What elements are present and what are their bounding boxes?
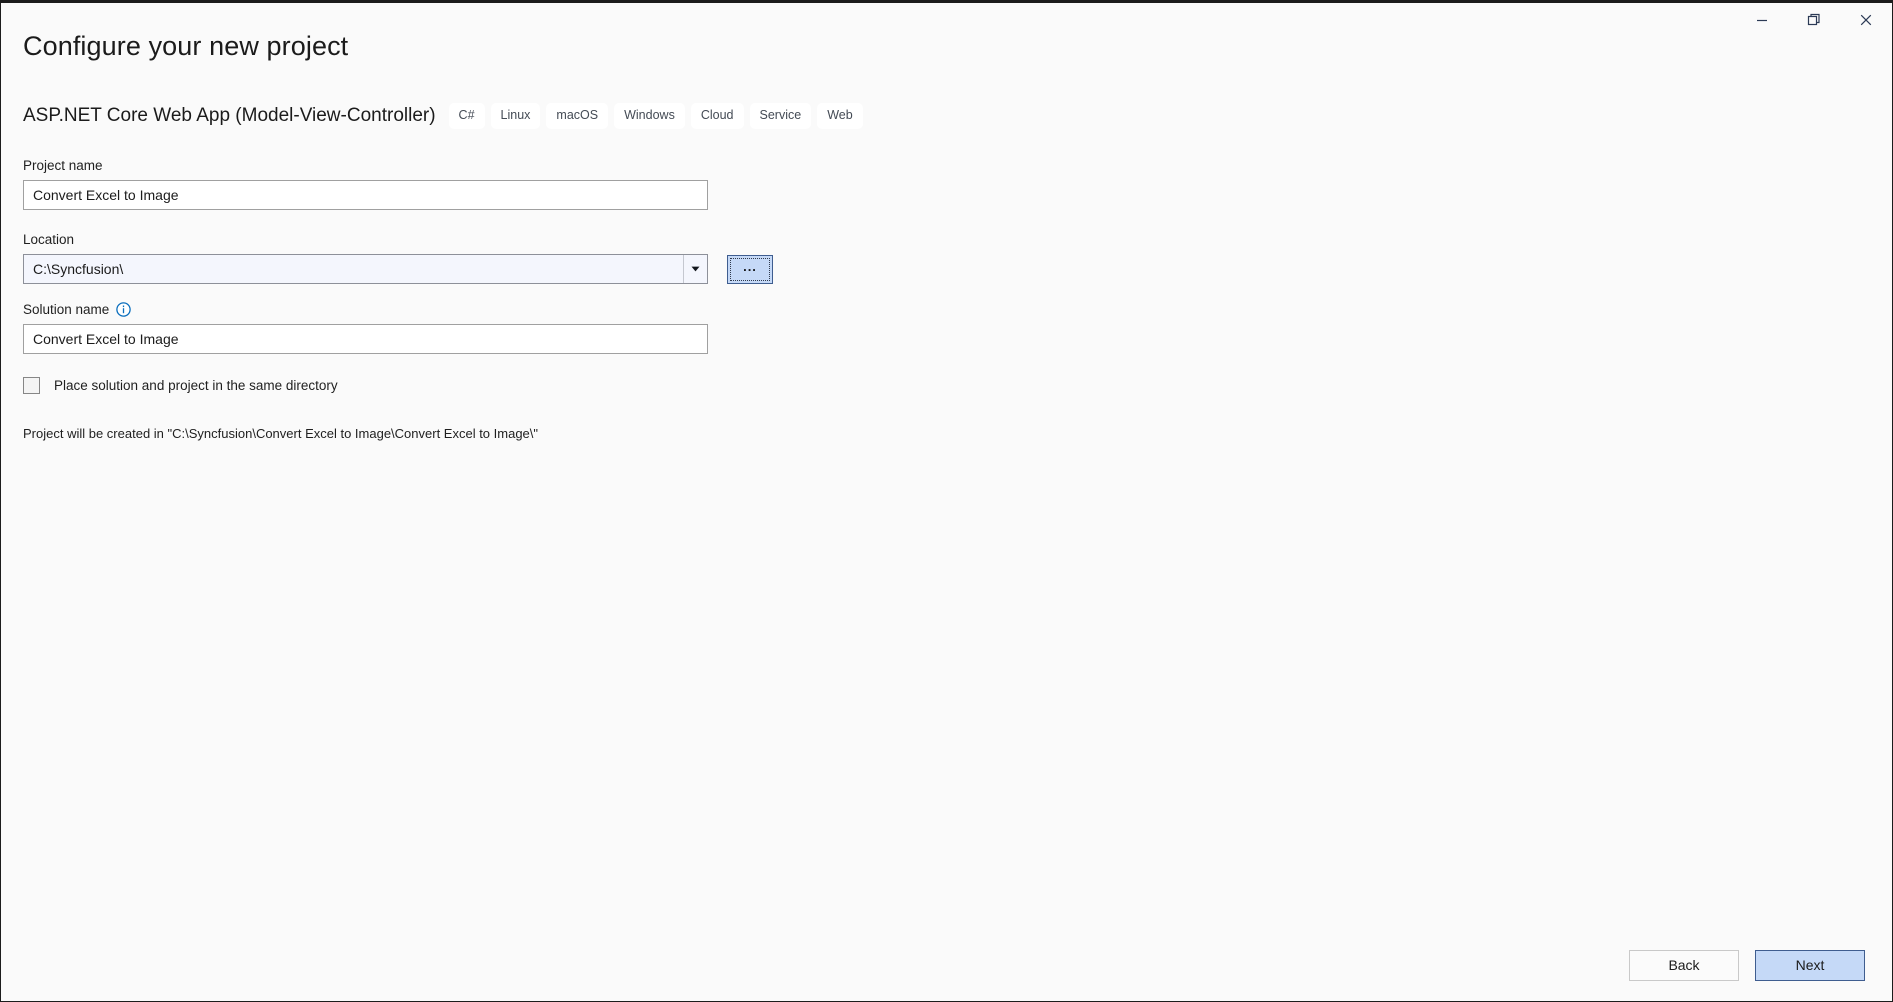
browse-button-label: ...	[743, 258, 757, 274]
project-name-input[interactable]: Convert Excel to Image	[23, 180, 708, 210]
chevron-down-icon	[691, 266, 700, 272]
browse-location-button[interactable]: ...	[727, 254, 773, 284]
close-button[interactable]	[1840, 3, 1892, 36]
page-title: Configure your new project	[23, 31, 349, 61]
solution-name-label-text: Solution name	[23, 302, 110, 317]
template-summary-row: ASP.NET Core Web App (Model-View-Control…	[23, 103, 869, 129]
back-button[interactable]: Back	[1629, 949, 1739, 981]
template-tag-service: Service	[749, 103, 812, 129]
minimize-button[interactable]	[1736, 3, 1788, 36]
template-tag-web: Web	[817, 103, 863, 129]
dialog-footer: Back Next	[1, 929, 1892, 1001]
next-button[interactable]: Next	[1755, 949, 1865, 981]
template-name: ASP.NET Core Web App (Model-View-Control…	[23, 104, 436, 126]
template-tag-windows: Windows	[614, 103, 685, 129]
project-name-label: Project name	[23, 158, 103, 173]
template-tag-list: C# Linux macOS Windows Cloud Service Web	[448, 103, 869, 129]
configure-project-dialog: Configure your new project ASP.NET Core …	[0, 0, 1893, 1002]
template-tag-csharp: C#	[448, 103, 485, 129]
same-directory-checkbox[interactable]	[23, 377, 40, 394]
info-icon[interactable]	[116, 302, 132, 317]
same-directory-checkbox-row[interactable]: Place solution and project in the same d…	[23, 377, 773, 394]
location-row: C:\Syncfusion\ ...	[23, 254, 773, 284]
solution-name-input[interactable]: Convert Excel to Image	[23, 324, 708, 354]
template-tag-cloud: Cloud	[690, 103, 744, 129]
location-combobox[interactable]: C:\Syncfusion\	[23, 254, 708, 284]
template-tag-macos: macOS	[546, 103, 609, 129]
close-icon	[1860, 14, 1872, 25]
minimize-icon	[1757, 19, 1767, 21]
project-path-description: Project will be created in "C:\Syncfusio…	[23, 426, 539, 441]
location-value: C:\Syncfusion\	[33, 261, 124, 277]
location-dropdown-button[interactable]	[683, 255, 707, 283]
solution-name-label: Solution name	[23, 302, 773, 317]
location-label: Location	[23, 232, 75, 247]
project-configuration-form: Project name Convert Excel to Image Loca…	[23, 158, 773, 441]
restore-icon	[1807, 13, 1820, 25]
restore-button[interactable]	[1788, 3, 1840, 36]
same-directory-checkbox-label: Place solution and project in the same d…	[54, 378, 338, 393]
template-tag-linux: Linux	[490, 103, 541, 129]
